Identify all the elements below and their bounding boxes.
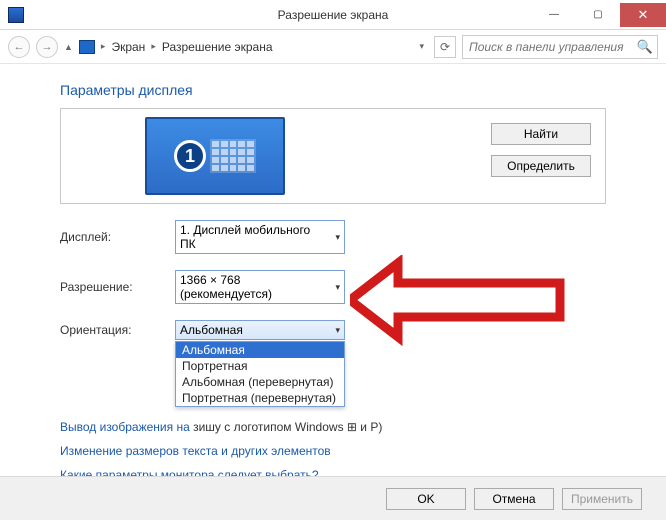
refresh-button[interactable]: ⟳ [434, 36, 456, 58]
display-select[interactable]: 1. Дисплей мобильного ПК ▾ [175, 220, 345, 254]
resolution-label: Разрешение: [60, 280, 175, 294]
orientation-value: Альбомная [180, 323, 243, 337]
projector-key: и P) [360, 420, 382, 434]
window-title: Разрешение экрана [278, 8, 389, 22]
breadcrumb-dropdown-icon[interactable]: ▾ [419, 41, 424, 52]
display-row: Дисплей: 1. Дисплей мобильного ПК ▾ [60, 220, 606, 254]
apply-button[interactable]: Применить [562, 488, 642, 510]
chevron-down-icon: ▾ [335, 282, 340, 293]
content-area: Параметры дисплея 1 Найти Определить Дис… [0, 64, 666, 482]
breadcrumb-screen[interactable]: Экран [111, 40, 145, 54]
page-heading: Параметры дисплея [60, 82, 606, 98]
resolution-value: 1366 × 768 (рекомендуется) [180, 273, 327, 301]
breadcrumb-resolution[interactable]: Разрешение экрана [162, 40, 273, 54]
forward-button[interactable]: → [36, 36, 58, 58]
monitor-preview[interactable]: 1 [145, 117, 285, 195]
up-chevron-icon[interactable]: ▲ [64, 42, 73, 52]
breadcrumb-icon [79, 40, 95, 54]
orientation-option[interactable]: Альбомная [176, 342, 344, 358]
resolution-row: Разрешение: 1366 × 768 (рекомендуется) ▾ [60, 270, 606, 304]
display-label: Дисплей: [60, 230, 175, 244]
projector-link-prefix[interactable]: Вывод изображения на [60, 420, 190, 434]
chevron-down-icon: ▾ [335, 232, 340, 243]
orientation-option[interactable]: Портретная (перевернутая) [176, 390, 344, 406]
monitor-grid-icon [210, 139, 256, 173]
winlogo-icon: ⊞ [347, 420, 360, 434]
chevron-right-icon: ▸ [101, 41, 106, 52]
search-box[interactable]: 🔍 [462, 35, 658, 59]
orientation-select[interactable]: Альбомная ▾ [175, 320, 345, 340]
chevron-right-icon: ▸ [151, 41, 156, 52]
orientation-label: Ориентация: [60, 323, 175, 337]
close-button[interactable]: ✕ [620, 3, 666, 27]
ok-button[interactable]: OK [386, 488, 466, 510]
cancel-button[interactable]: Отмена [474, 488, 554, 510]
minimize-button[interactable]: — [532, 3, 576, 27]
search-input[interactable] [463, 40, 633, 54]
monitor-number: 1 [174, 140, 206, 172]
app-icon [8, 7, 24, 23]
navbar: ← → ▲ ▸ Экран ▸ Разрешение экрана ▾ ⟳ 🔍 [0, 30, 666, 64]
orientation-option[interactable]: Портретная [176, 358, 344, 374]
back-button[interactable]: ← [8, 36, 30, 58]
detect-button[interactable]: Определить [491, 155, 591, 177]
display-preview-box: 1 Найти Определить [60, 108, 606, 204]
links-section: Вывод изображения на зишу с логотипом Wi… [60, 420, 606, 482]
projector-link-line: Вывод изображения на зишу с логотипом Wi… [60, 420, 606, 434]
text-size-link[interactable]: Изменение размеров текста и других элеме… [60, 444, 606, 458]
footer: OK Отмена Применить [0, 476, 666, 520]
orientation-row: Ориентация: Альбомная ▾ АльбомнаяПортрет… [60, 320, 606, 340]
orientation-option[interactable]: Альбомная (перевернутая) [176, 374, 344, 390]
orientation-dropdown[interactable]: АльбомнаяПортретнаяАльбомная (перевернут… [175, 341, 345, 407]
find-button[interactable]: Найти [491, 123, 591, 145]
display-value: 1. Дисплей мобильного ПК [180, 223, 327, 251]
search-icon[interactable]: 🔍 [633, 39, 657, 55]
maximize-button[interactable]: ▢ [576, 3, 620, 27]
window-controls: — ▢ ✕ [532, 3, 666, 27]
chevron-down-icon: ▾ [335, 325, 340, 336]
resolution-select[interactable]: 1366 × 768 (рекомендуется) ▾ [175, 270, 345, 304]
projector-suffix-text: зишу с логотипом Windows [193, 420, 343, 434]
titlebar: Разрешение экрана — ▢ ✕ [0, 0, 666, 30]
